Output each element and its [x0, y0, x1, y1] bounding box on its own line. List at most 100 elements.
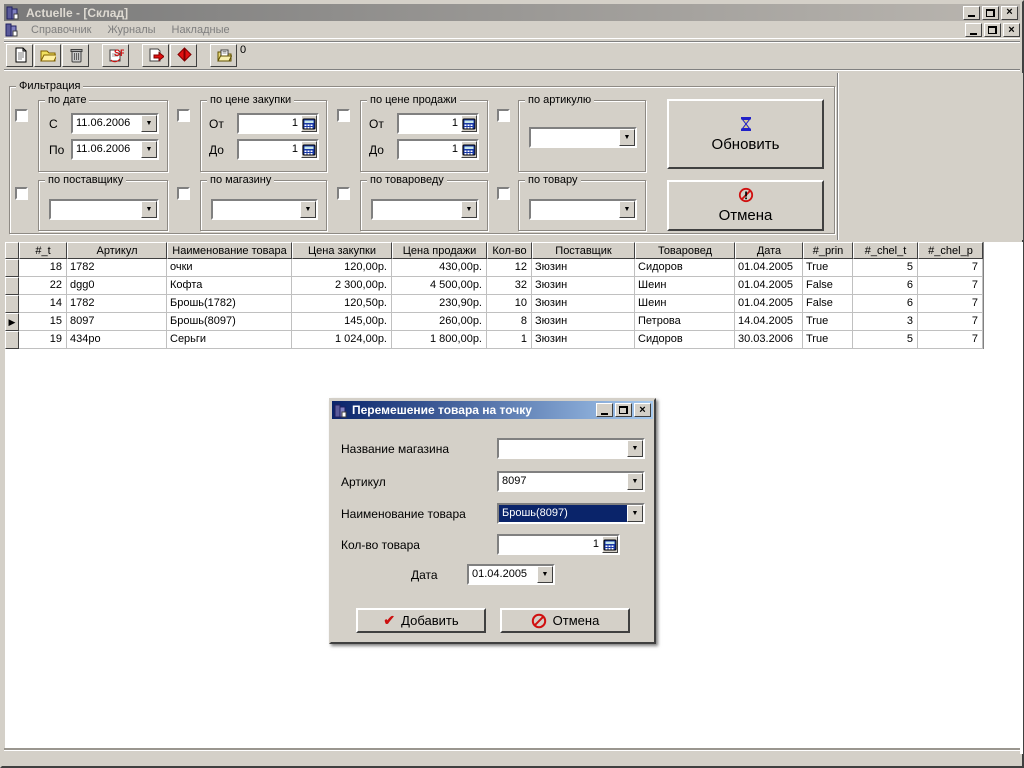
table-cell[interactable]: Петрова	[635, 313, 735, 331]
table-cell[interactable]: 18	[19, 259, 67, 277]
dialog-product-name-combobox[interactable]: Брошь(8097) ▼	[497, 503, 645, 524]
table-cell[interactable]: 7	[918, 331, 983, 349]
close-button[interactable]: ×	[1001, 6, 1018, 20]
table-cell[interactable]: 6	[853, 295, 918, 313]
menu-item-invoices[interactable]: Накладные	[164, 22, 238, 38]
menu-item-journals[interactable]: Журналы	[100, 22, 164, 38]
column-header[interactable]: Товаровед	[635, 242, 735, 259]
child-close-button[interactable]: ×	[1003, 23, 1020, 37]
dialog-shop-combobox[interactable]: ▼	[497, 438, 645, 459]
table-cell[interactable]: 120,00р.	[292, 259, 392, 277]
table-cell[interactable]: 12	[487, 259, 532, 277]
table-cell[interactable]: 01.04.2005	[735, 259, 803, 277]
table-cell[interactable]: 01.04.2005	[735, 295, 803, 313]
chevron-down-icon[interactable]: ▼	[627, 505, 643, 522]
column-header[interactable]: Цена закупки	[292, 242, 392, 259]
sale-from-field[interactable]: 1	[397, 113, 479, 134]
table-cell[interactable]: очки	[167, 259, 292, 277]
add-button[interactable]: ✔ Добавить	[356, 608, 486, 633]
column-header[interactable]: #_chel_t	[853, 242, 918, 259]
supplier-combobox[interactable]: ▼	[49, 199, 159, 220]
table-cell[interactable]: 10	[487, 295, 532, 313]
table-cell[interactable]: 5	[853, 259, 918, 277]
delete-button[interactable]	[62, 44, 89, 67]
table-cell[interactable]: 30.03.2006	[735, 331, 803, 349]
column-header[interactable]: #_prin	[803, 242, 853, 259]
purchase-from-field[interactable]: 1	[237, 113, 319, 134]
date-from-combobox[interactable]: 11.06.2006 ▼	[71, 113, 159, 134]
export-button[interactable]	[142, 44, 169, 67]
table-cell[interactable]: Зюзин	[532, 295, 635, 313]
calculator-button[interactable]	[301, 115, 317, 132]
chevron-down-icon[interactable]: ▼	[627, 473, 643, 490]
child-restore-button[interactable]	[984, 23, 1001, 37]
table-cell[interactable]: 19	[19, 331, 67, 349]
table-cell[interactable]: 8097	[67, 313, 167, 331]
table-cell[interactable]: 7	[918, 259, 983, 277]
table-cell[interactable]: 22	[19, 277, 67, 295]
shop-filter-checkbox[interactable]	[177, 187, 190, 200]
table-cell[interactable]: 01.04.2005	[735, 277, 803, 295]
calculator-button[interactable]	[461, 141, 477, 158]
table-cell[interactable]: 32	[487, 277, 532, 295]
row-selector[interactable]: ▶	[5, 313, 19, 331]
table-cell[interactable]: Зюзин	[532, 259, 635, 277]
column-header[interactable]: Кол-во	[487, 242, 532, 259]
table-cell[interactable]: Сидоров	[635, 259, 735, 277]
dialog-maximize-button[interactable]	[615, 403, 632, 417]
table-cell[interactable]: 3	[853, 313, 918, 331]
table-row[interactable]: 181782очки120,00р.430,00р.12ЗюзинСидоров…	[5, 259, 983, 277]
table-cell[interactable]: 7	[918, 295, 983, 313]
table-cell[interactable]: 15	[19, 313, 67, 331]
table-cell[interactable]: Зюзин	[532, 331, 635, 349]
column-header[interactable]: #_t	[19, 242, 67, 259]
dialog-quantity-field[interactable]: 1	[497, 534, 620, 555]
table-cell[interactable]: 145,00р.	[292, 313, 392, 331]
row-selector[interactable]	[5, 331, 19, 349]
calculator-button[interactable]	[461, 115, 477, 132]
chevron-down-icon[interactable]: ▼	[537, 566, 553, 583]
dialog-minimize-button[interactable]	[596, 403, 613, 417]
new-document-button[interactable]	[6, 44, 33, 67]
chevron-down-icon[interactable]: ▼	[627, 440, 643, 457]
row-selector[interactable]	[5, 259, 19, 277]
sp-document-button[interactable]	[102, 44, 129, 67]
table-row[interactable]: 141782Брошь(1782)120,50р.230,90р.10Зюзин…	[5, 295, 983, 313]
dialog-article-combobox[interactable]: 8097 ▼	[497, 471, 645, 492]
row-selector[interactable]	[5, 295, 19, 313]
product-filter-checkbox[interactable]	[497, 187, 510, 200]
table-row[interactable]: ▶158097Брошь(8097)145,00р.260,00р.8Зюзин…	[5, 313, 983, 331]
table-cell[interactable]: 120,50р.	[292, 295, 392, 313]
restore-button[interactable]	[982, 6, 999, 20]
refresh-button[interactable]: Обновить	[667, 99, 824, 169]
table-cell[interactable]: 260,00р.	[392, 313, 487, 331]
table-cell[interactable]: Зюзин	[532, 313, 635, 331]
purchase-price-filter-checkbox[interactable]	[177, 109, 190, 122]
table-cell[interactable]: 1	[487, 331, 532, 349]
minimize-button[interactable]	[963, 6, 980, 20]
chevron-down-icon[interactable]: ▼	[300, 201, 316, 218]
table-cell[interactable]: 7	[918, 313, 983, 331]
table-cell[interactable]: 1 024,00р.	[292, 331, 392, 349]
table-cell[interactable]: Брошь(1782)	[167, 295, 292, 313]
chevron-down-icon[interactable]: ▼	[141, 141, 157, 158]
article-combobox[interactable]: ▼	[529, 127, 637, 148]
dialog-cancel-button[interactable]: Отмена	[500, 608, 630, 633]
chevron-down-icon[interactable]: ▼	[619, 129, 635, 146]
chevron-down-icon[interactable]: ▼	[141, 115, 157, 132]
print-book-button[interactable]	[210, 44, 237, 67]
manager-combobox[interactable]: ▼	[371, 199, 479, 220]
column-header[interactable]: #_chel_p	[918, 242, 983, 259]
sale-price-filter-checkbox[interactable]	[337, 109, 350, 122]
table-cell[interactable]: 1 800,00р.	[392, 331, 487, 349]
table-cell[interactable]: 14.04.2005	[735, 313, 803, 331]
table-cell[interactable]: Зюзин	[532, 277, 635, 295]
chevron-down-icon[interactable]: ▼	[141, 201, 157, 218]
table-cell[interactable]: True	[803, 259, 853, 277]
sale-to-field[interactable]: 1	[397, 139, 479, 160]
table-cell[interactable]: 6	[853, 277, 918, 295]
table-cell[interactable]: 5	[853, 331, 918, 349]
manager-filter-checkbox[interactable]	[337, 187, 350, 200]
table-cell[interactable]: Брошь(8097)	[167, 313, 292, 331]
column-header[interactable]: Дата	[735, 242, 803, 259]
